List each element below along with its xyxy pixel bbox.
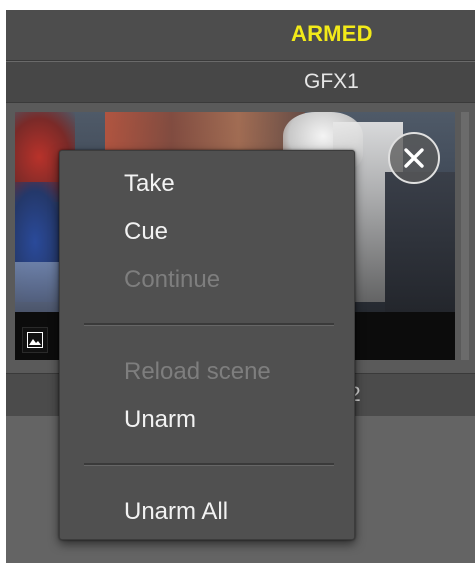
adjacent-thumbnail-edge (461, 112, 469, 360)
armed-status: ARMED (291, 21, 373, 46)
menu-item-reload-scene: Reload scene (124, 358, 271, 385)
channel-name: GFX1 (304, 70, 359, 93)
image-type-icon (22, 327, 48, 353)
channel-header: GFX1 (6, 61, 475, 103)
photo-right-dark (385, 172, 455, 312)
status-bar: ARMED (6, 10, 475, 61)
context-menu: Take Cue Continue Reload scene Unarm Una… (59, 150, 355, 540)
menu-item-cue[interactable]: Cue (124, 215, 168, 249)
menu-item-unarm-all[interactable]: Unarm All (124, 495, 228, 529)
menu-item-unarm[interactable]: Unarm (124, 403, 196, 437)
close-icon[interactable] (388, 132, 440, 184)
menu-item-take[interactable]: Take (124, 167, 175, 201)
menu-separator (84, 463, 334, 466)
menu-item-continue: Continue (124, 266, 221, 293)
menu-separator (84, 323, 334, 326)
